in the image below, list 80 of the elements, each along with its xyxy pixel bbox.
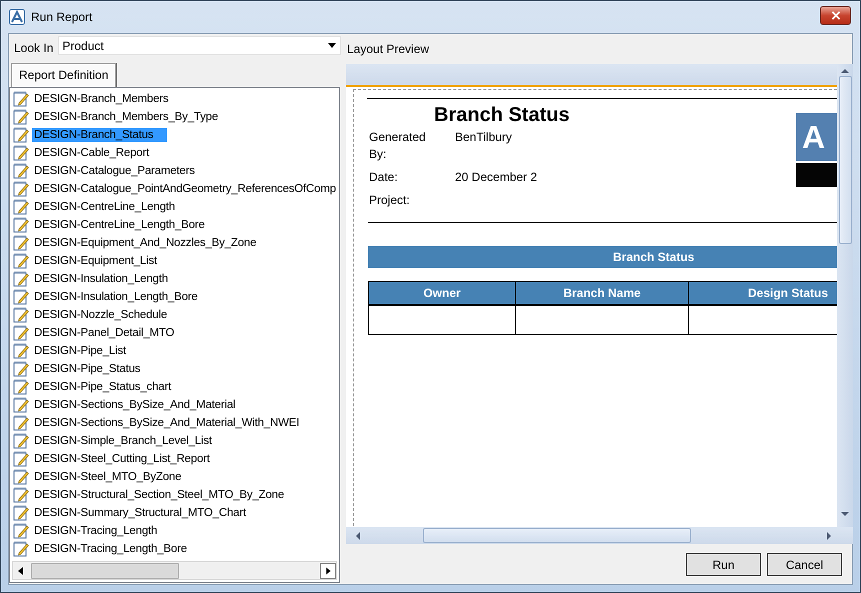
field-value: 20 December 2	[455, 169, 538, 186]
report-item[interactable]: DESIGN-Equipment_And_Nozzles_By_Zone	[32, 236, 258, 250]
vertical-scrollbar[interactable]	[837, 64, 853, 527]
notepad-pencil-icon	[13, 451, 29, 467]
notepad-pencil-icon	[13, 307, 29, 323]
notepad-pencil-icon	[13, 109, 29, 125]
notepad-pencil-icon	[13, 343, 29, 359]
notepad-pencil-icon	[13, 91, 29, 107]
notepad-pencil-icon	[13, 181, 29, 197]
report-item[interactable]: DESIGN-Steel_MTO_ByZone	[32, 470, 184, 484]
report-item[interactable]: DESIGN-Tracing_Length	[32, 524, 160, 538]
horizontal-scrollbar[interactable]	[346, 527, 853, 544]
dropdown-caret-icon	[328, 43, 336, 48]
notepad-pencil-icon	[13, 235, 29, 251]
look-in-dropdown[interactable]: Product	[58, 36, 341, 55]
run-button[interactable]: Run	[686, 553, 761, 576]
horizontal-scrollbar[interactable]	[12, 561, 337, 580]
notepad-pencil-icon	[13, 199, 29, 215]
notepad-pencil-icon	[13, 253, 29, 269]
report-item[interactable]: DESIGN-Sections_BySize_And_Material	[32, 398, 238, 412]
section-band: Branch Status	[368, 246, 837, 268]
report-item[interactable]: DESIGN-Tracing_Length_Bore	[32, 542, 189, 556]
field-label: Project:	[369, 192, 411, 209]
report-item[interactable]: DESIGN-CentreLine_Length	[32, 200, 177, 214]
field-label: Date:	[369, 169, 399, 186]
column-header: Design Status	[688, 282, 837, 305]
report-item[interactable]: DESIGN-Simple_Branch_Level_List	[32, 434, 214, 448]
logo-letter: A	[802, 119, 826, 155]
notepad-pencil-icon	[13, 505, 29, 521]
report-item[interactable]: DESIGN-Insulation_Length	[32, 272, 170, 286]
report-item[interactable]: DESIGN-Equipment_List	[32, 254, 159, 268]
app-icon	[9, 9, 25, 25]
report-item[interactable]: DESIGN-Branch_Status	[32, 128, 168, 142]
report-item[interactable]: DESIGN-Pipe_Status_chart	[32, 380, 174, 394]
notepad-pencil-icon	[13, 127, 29, 143]
notepad-pencil-icon	[13, 541, 29, 557]
notepad-pencil-icon	[13, 217, 29, 233]
field-label: Generated By:	[369, 129, 427, 163]
field-value: BenTilbury	[455, 129, 513, 146]
column-header: Owner	[368, 282, 516, 305]
report-item[interactable]: DESIGN-Pipe_Status	[32, 362, 142, 376]
report-item[interactable]: DESIGN-Branch_Members_By_Type	[32, 110, 220, 124]
scrollbar-thumb[interactable]	[31, 562, 179, 578]
notepad-pencil-icon	[13, 397, 29, 413]
report-item[interactable]: DESIGN-Branch_Members	[32, 92, 170, 106]
report-item[interactable]: DESIGN-Cable_Report	[32, 146, 152, 160]
report-item[interactable]: DESIGN-Structural_Section_Steel_MTO_By_Zone	[32, 488, 286, 502]
notepad-pencil-icon	[13, 325, 29, 341]
close-button[interactable]	[820, 6, 851, 24]
notepad-pencil-icon	[13, 163, 29, 179]
look-in-label: Look In	[14, 40, 54, 54]
report-item[interactable]: DESIGN-Panel_Detail_MTO	[32, 326, 176, 340]
report-item[interactable]: DESIGN-Pipe_List	[32, 344, 128, 358]
notepad-pencil-icon	[13, 145, 29, 161]
column-header: Branch Name	[516, 282, 688, 305]
window-title: Run Report	[31, 10, 92, 24]
report-item[interactable]: DESIGN-Insulation_Length_Bore	[32, 290, 200, 304]
notepad-pencil-icon	[13, 433, 29, 449]
cancel-button[interactable]: Cancel	[767, 553, 842, 576]
report-title: Branch Status	[434, 103, 571, 127]
notepad-pencil-icon	[13, 361, 29, 377]
notepad-pencil-icon	[13, 379, 29, 395]
notepad-pencil-icon	[13, 289, 29, 305]
tab[interactable]: Report Definition	[11, 63, 116, 87]
notepad-pencil-icon	[13, 523, 29, 539]
report-item[interactable]: DESIGN-CentreLine_Length_Bore	[32, 218, 207, 232]
scrollbar-thumb[interactable]	[423, 528, 691, 543]
layout-preview-label: Layout Preview	[346, 42, 430, 58]
notepad-pencil-icon	[13, 271, 29, 287]
report-item[interactable]: DESIGN-Nozzle_Schedule	[32, 308, 170, 322]
close-icon	[830, 10, 840, 20]
notepad-pencil-icon	[13, 415, 29, 431]
scrollbar-thumb[interactable]	[838, 76, 852, 244]
report-item[interactable]: DESIGN-Steel_Cutting_List_Report	[32, 452, 212, 466]
notepad-pencil-icon	[13, 487, 29, 503]
report-item[interactable]: DESIGN-Summary_Structural_MTO_Chart	[32, 506, 248, 520]
report-item[interactable]: DESIGN-Catalogue_PointAndGeometry_ReferencesOfComp	[32, 182, 338, 196]
notepad-pencil-icon	[13, 469, 29, 485]
report-item[interactable]: DESIGN-Sections_BySize_And_Material_With_NWEI	[32, 416, 302, 430]
report-item[interactable]: DESIGN-Catalogue_Parameters	[32, 164, 197, 178]
